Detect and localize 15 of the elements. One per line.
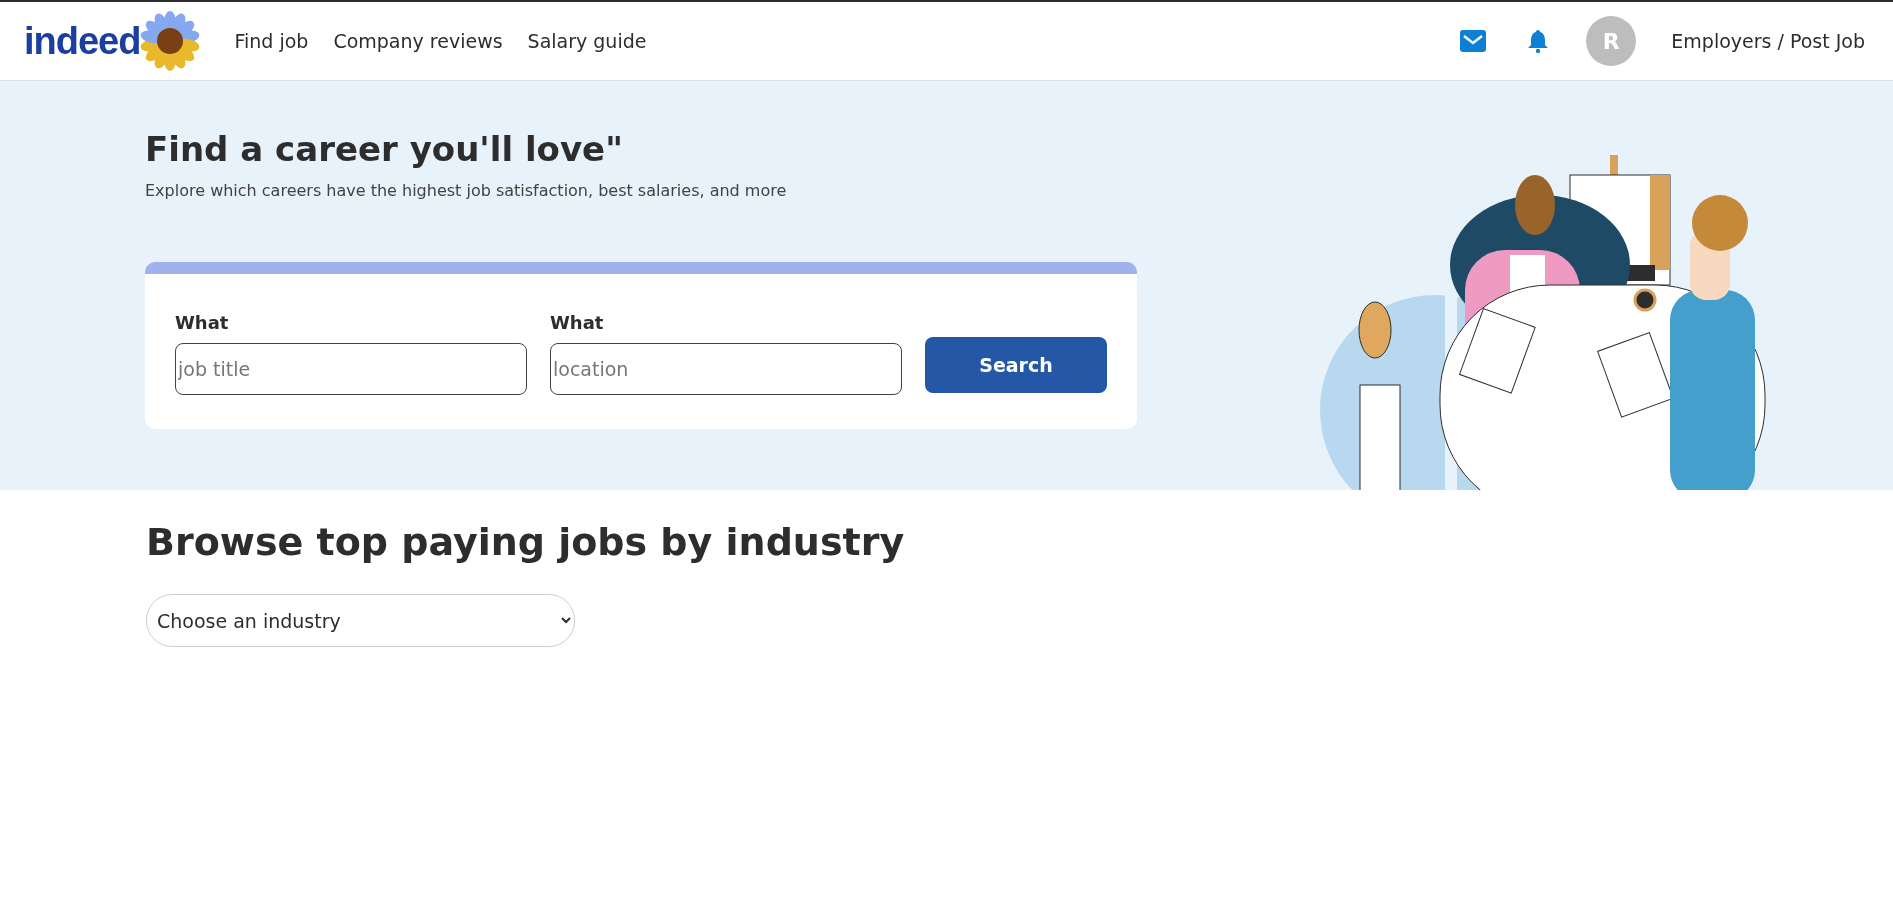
section-title: Browse top paying jobs by industry [146,520,906,564]
field-label: What [550,312,605,333]
nav-link[interactable]: Salary guide [527,30,647,52]
nav-link[interactable]: Find job [234,30,309,52]
industry-select[interactable]: Choose an industry [146,594,575,647]
nav-link[interactable]: Company reviews [333,30,503,52]
employers-link[interactable]: Employers / Post Job [1671,30,1865,52]
search-input[interactable]: location [550,343,902,395]
field-label: What [175,312,230,333]
hero-subtitle: Explore which careers have the highest job satisfaction, best salaries, and more [145,181,788,200]
search-input[interactable]: job title [175,343,527,395]
hero-title: Find a career you'll love" [145,129,624,169]
sunflower-icon [140,11,201,71]
search-button[interactable]: Search [925,337,1107,393]
logo-text[interactable]: indeed [24,19,141,63]
